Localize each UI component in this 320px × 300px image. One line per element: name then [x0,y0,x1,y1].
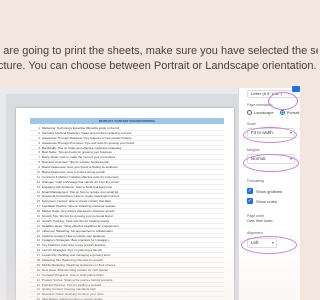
instruction-line-1: ou are going to print the sheets, make s… [0,45,318,57]
instruction-line-2: picture. You can choose between Portrait… [0,60,317,72]
bottom-fade [0,88,300,300]
instruction-text: ou are going to print the sheets, make s… [0,44,318,74]
